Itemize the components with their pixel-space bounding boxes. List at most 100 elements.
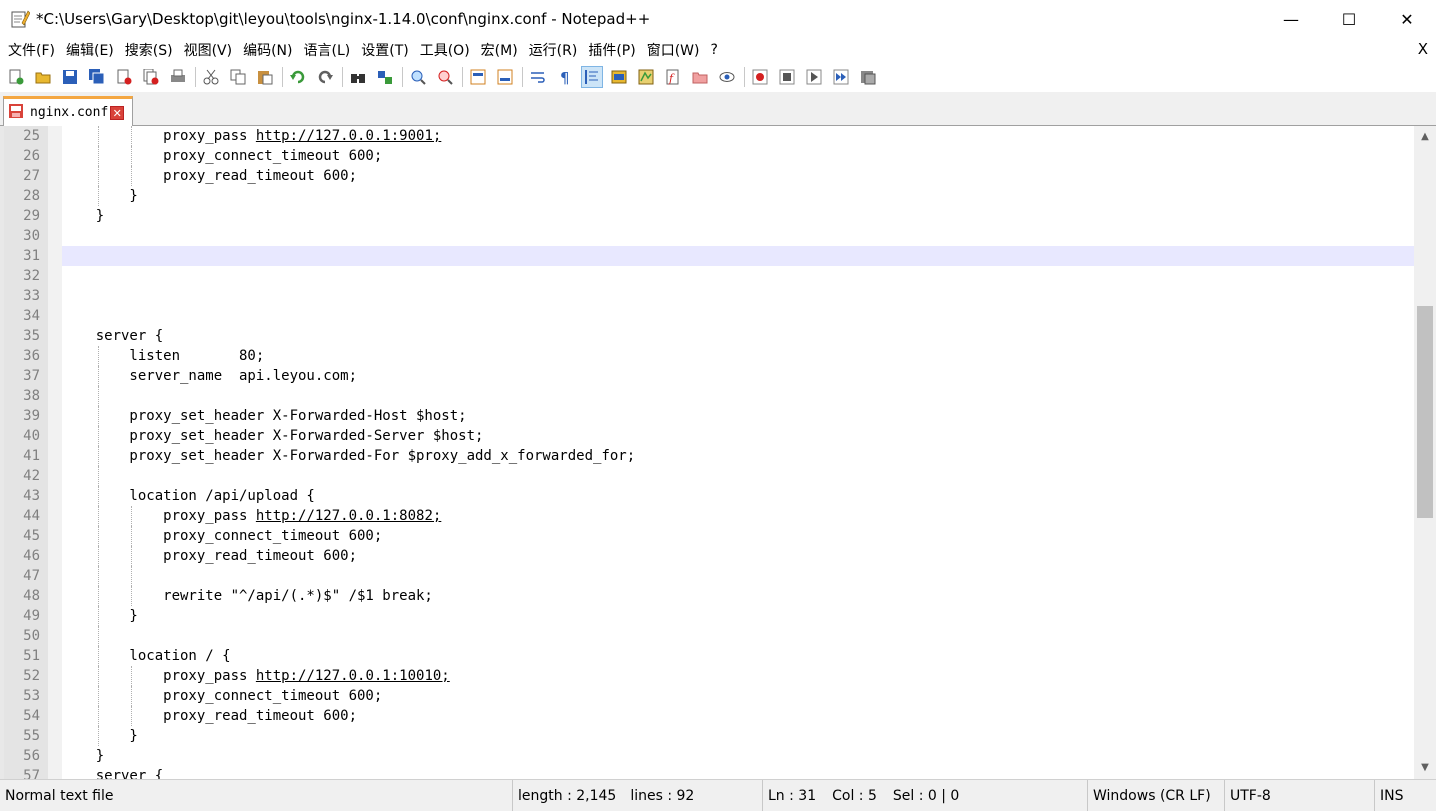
menu-macro[interactable]: 宏(M) — [477, 40, 522, 60]
save-macro-icon[interactable] — [857, 66, 879, 88]
menu-file[interactable]: 文件(F) — [4, 40, 59, 60]
code-line[interactable]: 29 } — [4, 206, 1414, 226]
code-line[interactable]: 34 — [4, 306, 1414, 326]
code-line[interactable]: 41 proxy_set_header X-Forwarded-For $pro… — [4, 446, 1414, 466]
menu-window[interactable]: 窗口(W) — [643, 40, 704, 60]
line-text: proxy_read_timeout 600; — [62, 166, 1414, 186]
svg-text:¶: ¶ — [560, 69, 570, 85]
code-line[interactable]: 36 listen 80; — [4, 346, 1414, 366]
show-all-chars-icon[interactable]: ¶ — [554, 66, 576, 88]
run-macro-multiple-icon[interactable] — [830, 66, 852, 88]
code-line[interactable]: 45 proxy_connect_timeout 600; — [4, 526, 1414, 546]
menu-search[interactable]: 搜索(S) — [121, 40, 177, 60]
folder-workspace-icon[interactable] — [689, 66, 711, 88]
code-line[interactable]: 54 proxy_read_timeout 600; — [4, 706, 1414, 726]
code-line[interactable]: 27 proxy_read_timeout 600; — [4, 166, 1414, 186]
minimize-button[interactable]: — — [1262, 0, 1320, 38]
menu-plugins[interactable]: 插件(P) — [584, 40, 639, 60]
url-link[interactable]: http://127.0.0.1:10010; — [256, 668, 450, 684]
code-line[interactable]: 47 — [4, 566, 1414, 586]
code-line[interactable]: 30 — [4, 226, 1414, 246]
code-line[interactable]: 38 — [4, 386, 1414, 406]
code-editor[interactable]: 25 proxy_pass http://127.0.0.1:9001; 26 p… — [0, 126, 1436, 779]
menu-language[interactable]: 语言(L) — [300, 40, 355, 60]
menu-tools[interactable]: 工具(O) — [416, 40, 474, 60]
monitoring-icon[interactable] — [716, 66, 738, 88]
scrollbar-thumb[interactable] — [1417, 306, 1433, 518]
new-file-icon[interactable] — [5, 66, 27, 88]
indent-guide-icon[interactable] — [581, 66, 603, 88]
code-line[interactable]: 44 proxy_pass http://127.0.0.1:8082; — [4, 506, 1414, 526]
play-macro-icon[interactable] — [803, 66, 825, 88]
maximize-button[interactable]: ☐ — [1320, 0, 1378, 38]
code-line[interactable]: 25 proxy_pass http://127.0.0.1:9001; — [4, 126, 1414, 146]
code-line[interactable]: 52 proxy_pass http://127.0.0.1:10010; — [4, 666, 1414, 686]
line-text — [62, 466, 1414, 486]
vertical-scrollbar[interactable]: ▲ ▼ — [1414, 126, 1436, 779]
code-line[interactable]: 35 server { — [4, 326, 1414, 346]
zoom-in-icon[interactable] — [407, 66, 429, 88]
tab-close-icon[interactable]: ✕ — [110, 105, 125, 120]
stop-record-icon[interactable] — [776, 66, 798, 88]
word-wrap-icon[interactable] — [527, 66, 549, 88]
close-icon[interactable] — [113, 66, 135, 88]
copy-icon[interactable] — [227, 66, 249, 88]
code-line[interactable]: 55 } — [4, 726, 1414, 746]
code-line[interactable]: 49 } — [4, 606, 1414, 626]
code-line[interactable]: 39 proxy_set_header X-Forwarded-Host $ho… — [4, 406, 1414, 426]
status-eol[interactable]: Windows (CR LF) — [1088, 779, 1225, 811]
language-icon[interactable] — [608, 66, 630, 88]
find-icon[interactable] — [347, 66, 369, 88]
close-document-button[interactable]: X — [1418, 40, 1428, 58]
menu-help[interactable]: ? — [707, 42, 722, 58]
sync-horizontal-icon[interactable] — [494, 66, 516, 88]
status-encoding[interactable]: UTF-8 — [1225, 779, 1375, 811]
code-line[interactable]: 42 — [4, 466, 1414, 486]
record-macro-icon[interactable] — [749, 66, 771, 88]
status-col: Col : 5 — [832, 787, 877, 804]
code-line[interactable]: 43 location /api/upload { — [4, 486, 1414, 506]
code-line[interactable]: 31 — [4, 246, 1414, 266]
code-line[interactable]: 57 server { — [4, 766, 1414, 779]
save-icon[interactable] — [59, 66, 81, 88]
function-list-icon[interactable]: f — [662, 66, 684, 88]
open-file-icon[interactable] — [32, 66, 54, 88]
code-line[interactable]: 50 — [4, 626, 1414, 646]
menu-edit[interactable]: 编辑(E) — [62, 40, 118, 60]
close-window-button[interactable]: ✕ — [1378, 0, 1436, 38]
code-line[interactable]: 32 — [4, 266, 1414, 286]
code-line[interactable]: 33 — [4, 286, 1414, 306]
code-line[interactable]: 28 } — [4, 186, 1414, 206]
code-line[interactable]: 48 rewrite "^/api/(.*)$" /$1 break; — [4, 586, 1414, 606]
doc-map-icon[interactable] — [635, 66, 657, 88]
code-line[interactable]: 51 location / { — [4, 646, 1414, 666]
scroll-down-icon[interactable]: ▼ — [1414, 759, 1436, 777]
tab-nginx-conf[interactable]: nginx.conf ✕ — [3, 96, 133, 126]
menu-encoding[interactable]: 编码(N) — [239, 40, 296, 60]
line-number: 30 — [23, 228, 40, 244]
code-line[interactable]: 56 } — [4, 746, 1414, 766]
replace-icon[interactable] — [374, 66, 396, 88]
url-link[interactable]: http://127.0.0.1:9001; — [256, 128, 441, 144]
window-title: *C:\Users\Gary\Desktop\git\leyou\tools\n… — [36, 10, 651, 28]
close-all-icon[interactable] — [140, 66, 162, 88]
menu-settings[interactable]: 设置(T) — [357, 40, 412, 60]
code-line[interactable]: 37 server_name api.leyou.com; — [4, 366, 1414, 386]
code-line[interactable]: 40 proxy_set_header X-Forwarded-Server $… — [4, 426, 1414, 446]
undo-icon[interactable] — [287, 66, 309, 88]
sync-vertical-icon[interactable] — [467, 66, 489, 88]
url-link[interactable]: http://127.0.0.1:8082; — [256, 508, 441, 524]
code-line[interactable]: 46 proxy_read_timeout 600; — [4, 546, 1414, 566]
menu-run[interactable]: 运行(R) — [525, 40, 582, 60]
save-all-icon[interactable] — [86, 66, 108, 88]
cut-icon[interactable] — [200, 66, 222, 88]
print-icon[interactable] — [167, 66, 189, 88]
code-line[interactable]: 53 proxy_connect_timeout 600; — [4, 686, 1414, 706]
scroll-up-icon[interactable]: ▲ — [1414, 128, 1436, 146]
menu-view[interactable]: 视图(V) — [180, 40, 237, 60]
zoom-out-icon[interactable] — [434, 66, 456, 88]
paste-icon[interactable] — [254, 66, 276, 88]
redo-icon[interactable] — [314, 66, 336, 88]
indent-guide — [98, 726, 99, 746]
code-line[interactable]: 26 proxy_connect_timeout 600; — [4, 146, 1414, 166]
